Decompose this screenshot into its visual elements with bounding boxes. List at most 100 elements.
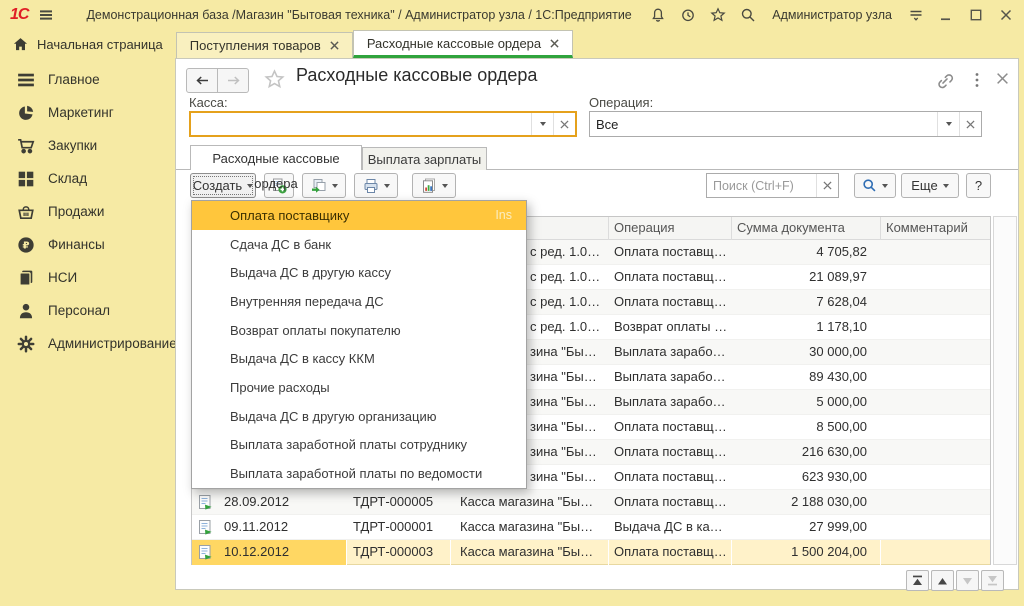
tab-bar: Начальная страница Поступления товаров Р… [0,30,1024,58]
form-panel: Расходные кассовые ордера Касса: Операци… [175,58,1019,590]
close-tab-icon[interactable] [330,41,339,50]
close-tab-icon[interactable] [550,39,559,48]
menu-item-vnutrennyaya-peredacha-ds[interactable]: Внутренняя передача ДС [192,287,526,316]
sidebar-item-personal[interactable]: Персонал [0,294,175,327]
more-kebab-icon[interactable] [969,71,985,89]
favorites-star-icon[interactable] [710,7,726,23]
menu-item-vydacha-ds-v-druguyu-kassu[interactable]: Выдача ДС в другую кассу [192,258,526,287]
chevron-down-icon [442,184,448,188]
ruble-icon: ₽ [17,236,35,254]
report-button[interactable] [412,173,456,198]
page-down-icon[interactable] [956,570,979,591]
menu-lines-icon [17,71,35,89]
sidebar: Главное Маркетинг Закупки Склад Продажи … [0,58,175,606]
menu-item-oplata-postavshchiku[interactable]: Оплата поставщику Ins [192,201,526,230]
advanced-search-button[interactable] [854,173,896,198]
table-row[interactable]: 28.09.2012 ТДРТ-000005 Касса магазина "Б… [192,490,990,515]
forward-button[interactable] [218,68,249,93]
kassa-label: Касса: [189,95,228,110]
operation-clear-icon[interactable] [959,112,981,136]
sidebar-item-prodazhi[interactable]: Продажи [0,195,175,228]
main-menu-hamburger-icon[interactable] [38,7,54,23]
sidebar-item-nsi[interactable]: НСИ [0,261,175,294]
create-based-on-button[interactable] [302,173,346,198]
shortcut-label: Ins [495,208,512,222]
link-icon[interactable] [936,72,954,90]
kassa-field [189,111,577,137]
home-icon [13,37,28,52]
service-menu-icon[interactable] [908,7,924,23]
close-form-icon[interactable] [996,72,1009,85]
column-header-comment[interactable]: Комментарий [886,217,968,239]
tab-rashodnye-ordera[interactable]: Расходные кассовые ордера [353,30,573,58]
notifications-bell-icon[interactable] [650,7,666,23]
menu-item-sdacha-ds-v-bank[interactable]: Сдача ДС в банк [192,230,526,259]
chevron-down-icon [384,184,390,188]
menu-item-vyplata-zp-po-vedomosti[interactable]: Выплата заработной платы по ведомости [192,459,526,488]
person-icon [17,302,35,320]
sidebar-item-finansy[interactable]: ₽ Финансы [0,228,175,261]
sidebar-item-administrirovanie[interactable]: Администрирование [0,327,175,360]
kassa-input[interactable] [191,113,531,135]
global-search-icon[interactable] [740,7,756,23]
gear-icon [17,335,35,353]
help-button[interactable]: ? [966,173,991,198]
menu-item-vozvrat-oplaty-pokupatelyu[interactable]: Возврат оплаты покупателю [192,316,526,345]
go-bottom-icon[interactable] [981,570,1004,591]
report-icon [421,178,437,194]
create-button[interactable]: Создать [190,173,256,198]
sidebar-item-marketing[interactable]: Маркетинг [0,96,175,129]
kassa-dropdown-icon[interactable] [531,113,553,135]
search-input[interactable] [707,174,816,197]
grid-icon [17,170,35,188]
sidebar-item-zakupki[interactable]: Закупки [0,129,175,162]
tab-vyplata-zarplaty[interactable]: Выплата зарплаты [362,147,487,170]
go-top-icon[interactable] [906,570,929,591]
search-magnifier-icon [862,178,877,193]
operation-field: Все [589,111,982,137]
page-title: Расходные кассовые ордера [296,65,537,86]
table-row[interactable]: 09.11.2012 ТДРТ-000001 Касса магазина "Б… [192,515,990,540]
sidebar-item-sklad[interactable]: Склад [0,162,175,195]
chevron-down-icon [332,184,338,188]
back-button[interactable] [186,68,218,93]
column-header-sum[interactable]: Сумма документа [737,217,845,239]
close-window-icon[interactable] [998,7,1014,23]
pie-chart-icon [17,104,35,122]
tab-rashodnye-kassovye-ordera[interactable]: Расходные кассовые ордера [190,145,362,170]
operation-value[interactable]: Все [590,112,937,136]
tab-postupleniya[interactable]: Поступления товаров [176,32,353,58]
posted-document-icon [198,520,212,535]
history-icon[interactable] [680,7,696,23]
chevron-down-icon [943,184,949,188]
table-row-selected[interactable]: 10.12.2012 ТДРТ-000003 Касса магазина "Б… [192,540,990,565]
sidebar-item-glavnoe[interactable]: Главное [0,63,175,96]
page-up-icon[interactable] [931,570,954,591]
current-user[interactable]: Администратор узла [772,8,892,22]
tab-home[interactable]: Начальная страница [0,31,176,58]
history-nav-group [186,68,249,93]
column-header-operation[interactable]: Операция [614,217,675,239]
search-clear-icon[interactable] [816,174,838,197]
operation-dropdown-icon[interactable] [937,112,959,136]
print-button[interactable] [354,173,398,198]
list-nav-buttons [906,570,1004,591]
app-logo: 1С [10,6,28,24]
menu-item-vydacha-ds-v-kassu-kkm[interactable]: Выдача ДС в кассу ККМ [192,345,526,374]
more-button[interactable]: Еще [901,173,959,198]
search-field [706,173,839,198]
menu-item-prochie-rashody[interactable]: Прочие расходы [192,373,526,402]
favorite-star-icon[interactable] [264,69,285,90]
books-icon [17,269,35,287]
minimize-icon[interactable] [938,7,954,23]
tab-home-label: Начальная страница [37,37,163,52]
create-menu: Оплата поставщику Ins Сдача ДС в банк Вы… [191,200,527,489]
menu-item-vyplata-zp-sotrudniku[interactable]: Выплата заработной платы сотруднику [192,431,526,460]
maximize-icon[interactable] [968,7,984,23]
menu-item-vydacha-ds-v-druguyu-organizaciyu[interactable]: Выдача ДС в другую организацию [192,402,526,431]
chevron-down-icon [247,184,253,188]
vertical-scrollbar[interactable] [993,216,1017,565]
app-window: { "window": { "logo": "1С", "title": "Де… [0,0,1024,606]
kassa-clear-icon[interactable] [553,113,575,135]
printer-icon [363,178,379,194]
